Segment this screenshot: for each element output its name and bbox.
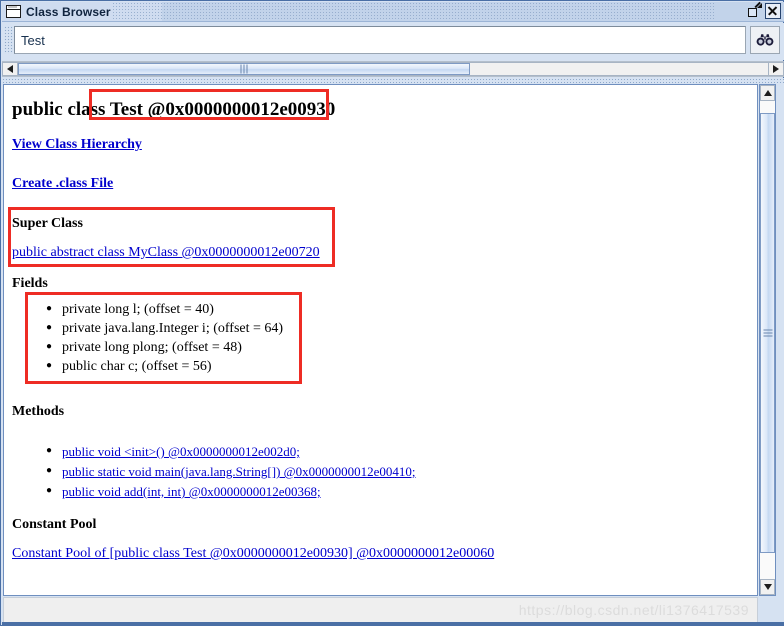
restore-arrow-head bbox=[757, 3, 762, 8]
search-input[interactable] bbox=[14, 26, 746, 54]
toolbar-drag-handle[interactable] bbox=[4, 26, 13, 54]
scroll-right-button[interactable] bbox=[768, 62, 784, 76]
toolbar bbox=[2, 23, 784, 60]
class-detail-panel: public class Test @0x0000000012e00930 Vi… bbox=[3, 84, 758, 596]
title-bar: Class Browser bbox=[2, 1, 784, 22]
super-class-heading: Super Class bbox=[12, 216, 83, 231]
scroll-up-button[interactable] bbox=[760, 85, 775, 101]
status-bar: https://blog.csdn.net/li1376417539 bbox=[3, 597, 758, 624]
methods-heading: Methods bbox=[12, 404, 65, 419]
watermark-text: https://blog.csdn.net/li1376417539 bbox=[518, 602, 749, 618]
binoculars-icon bbox=[756, 34, 774, 46]
create-class-file-link[interactable]: Create .class File bbox=[12, 176, 113, 192]
field-item: public char c; (offset = 56) bbox=[46, 356, 283, 376]
restore-down-icon[interactable] bbox=[746, 1, 762, 19]
method-link[interactable]: public void add(int, int) @0x0000000012e… bbox=[62, 482, 321, 501]
horizontal-scrollbar-track[interactable] bbox=[18, 62, 768, 76]
thumb-grip bbox=[240, 64, 248, 74]
page-title: public class Test @0x0000000012e00930 bbox=[12, 99, 336, 120]
constant-pool-link[interactable]: Constant Pool of [public class Test @0x0… bbox=[12, 546, 494, 562]
super-class-link[interactable]: public abstract class MyClass @0x0000000… bbox=[12, 245, 320, 261]
chevron-up-icon bbox=[763, 90, 772, 96]
field-item: private java.lang.Integer i; (offset = 6… bbox=[46, 318, 283, 338]
class-browser-window: Class Browser Test public class Test @0x… bbox=[0, 0, 784, 626]
close-icon[interactable] bbox=[765, 3, 781, 19]
chevron-right-icon bbox=[773, 65, 779, 73]
titlebar-texture bbox=[112, 2, 714, 21]
view-class-hierarchy-link[interactable]: View Class Hierarchy bbox=[12, 137, 142, 153]
vertical-scrollbar-track[interactable] bbox=[760, 101, 775, 579]
class-detail-document: public class Test @0x0000000012e00930 Vi… bbox=[4, 85, 757, 561]
field-item: private long plong; (offset = 48) bbox=[46, 337, 283, 357]
method-item: public static void main(java.lang.String… bbox=[46, 461, 416, 482]
thumb-grip bbox=[763, 329, 772, 337]
window-title: Class Browser bbox=[26, 4, 111, 19]
restore-square bbox=[748, 8, 757, 17]
method-item: public void add(int, int) @0x0000000012e… bbox=[46, 481, 416, 502]
vertical-scrollbar[interactable] bbox=[759, 84, 776, 596]
field-item: private long l; (offset = 40) bbox=[46, 299, 283, 319]
fields-list: private long l; (offset = 40) private ja… bbox=[46, 299, 283, 376]
scroll-left-button[interactable] bbox=[2, 62, 18, 76]
chevron-left-icon bbox=[7, 65, 13, 73]
method-link[interactable]: public void <init>() @0x0000000012e002d0… bbox=[62, 442, 300, 461]
method-link[interactable]: public static void main(java.lang.String… bbox=[62, 462, 416, 481]
constant-pool-heading: Constant Pool bbox=[12, 517, 97, 532]
methods-list: public void <init>() @0x0000000012e002d0… bbox=[46, 441, 416, 502]
search-button[interactable] bbox=[750, 26, 780, 54]
fields-heading: Fields bbox=[12, 276, 48, 291]
method-item: public void <init>() @0x0000000012e002d0… bbox=[46, 441, 416, 462]
content-area: public class Test @0x0000000012e00930 Vi… bbox=[2, 78, 784, 625]
scroll-down-button[interactable] bbox=[760, 579, 775, 595]
window-controls bbox=[746, 1, 781, 19]
window-icon bbox=[6, 5, 21, 18]
window-bottom-edge bbox=[2, 622, 784, 625]
vertical-scrollbar-thumb[interactable] bbox=[760, 113, 775, 553]
horizontal-scrollbar[interactable] bbox=[2, 61, 784, 77]
horizontal-scrollbar-thumb[interactable] bbox=[18, 63, 470, 75]
chevron-down-icon bbox=[763, 584, 772, 590]
